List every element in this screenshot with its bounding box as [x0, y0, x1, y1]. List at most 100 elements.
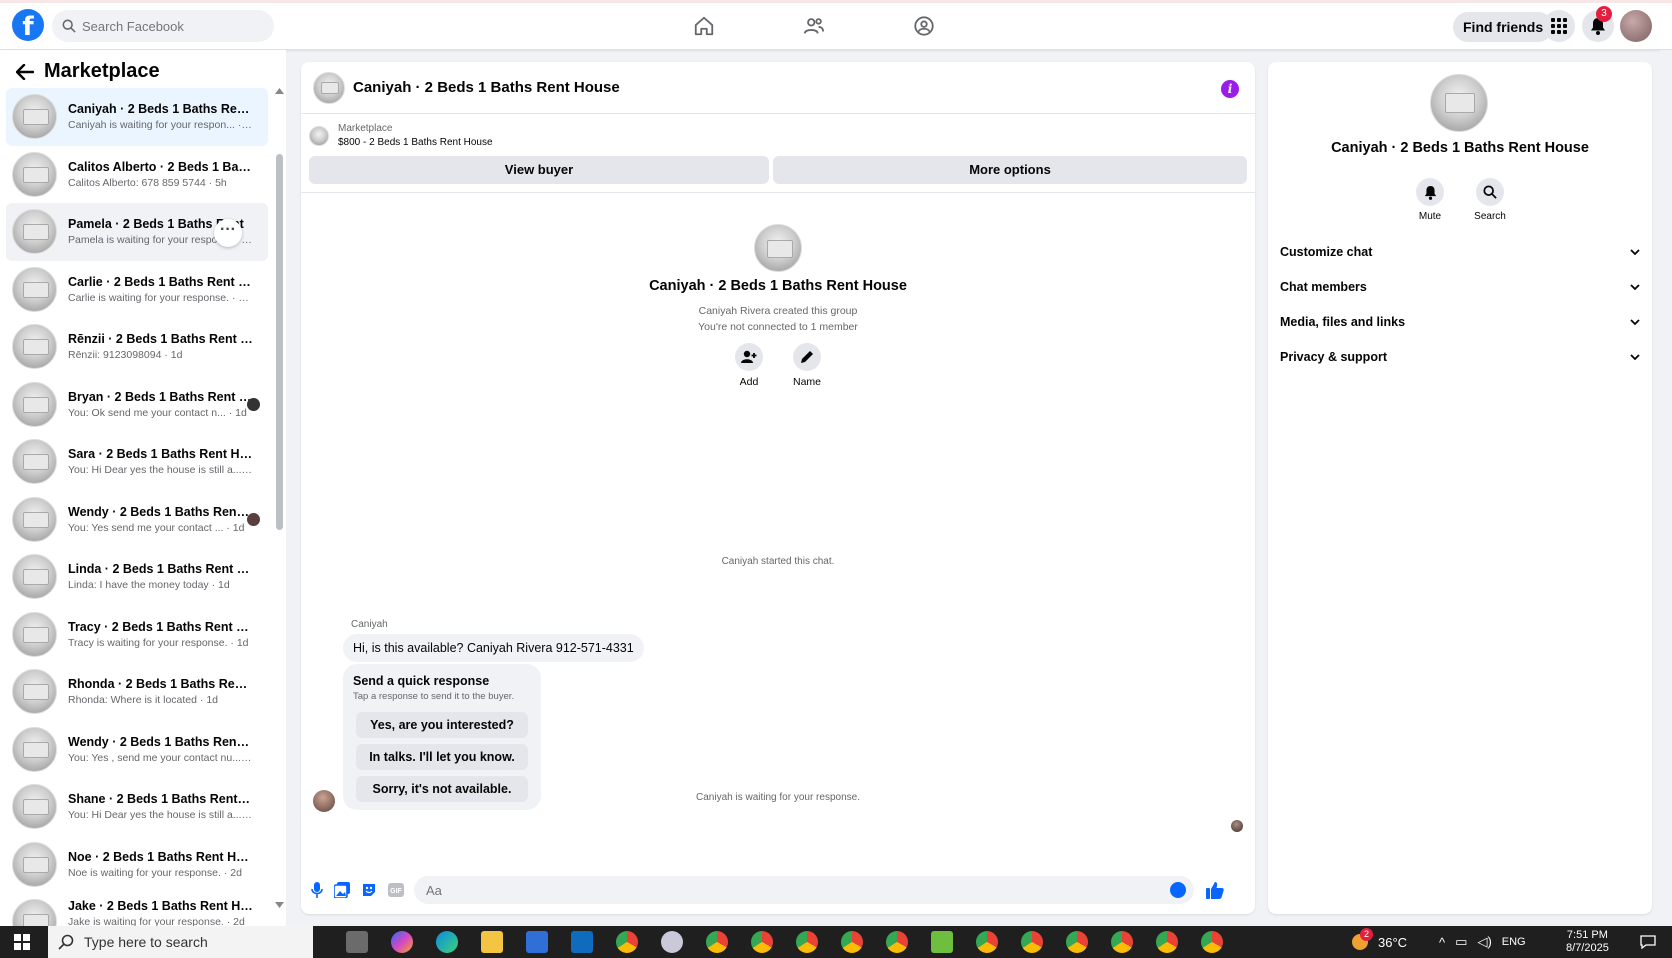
- conversation-item[interactable]: Rhonda · 2 Beds 1 Baths Rent H... Rhonda:…: [6, 663, 268, 721]
- thumbs-up-icon[interactable]: [1206, 881, 1224, 899]
- message-input-box[interactable]: [414, 876, 1194, 904]
- chrome-icon[interactable]: [976, 931, 998, 953]
- mute-button[interactable]: Mute: [1414, 178, 1446, 222]
- conversation-item[interactable]: Bryan · 2 Beds 1 Baths Rent H... You: Ok …: [6, 376, 268, 434]
- notification-center-icon[interactable]: [1640, 935, 1656, 949]
- scroll-down-icon[interactable]: [275, 902, 284, 908]
- facebook-logo-icon[interactable]: f: [12, 9, 44, 41]
- message-bubble[interactable]: Hi, is this available? Caniyah Rivera 91…: [343, 634, 644, 662]
- more-options-icon[interactable]: ···: [214, 219, 242, 247]
- customize-chat-row[interactable]: Customize chat: [1280, 234, 1640, 269]
- weather-icon[interactable]: 2: [1352, 927, 1373, 951]
- listing-thumbnail: [12, 151, 57, 197]
- quick-reply-interested[interactable]: Yes, are you interested?: [356, 712, 528, 738]
- add-person-icon: [741, 350, 757, 363]
- conversation-item[interactable]: Tracy · 2 Beds 1 Baths Rent House Tracy i…: [6, 606, 268, 664]
- listing-thumbnail: [12, 266, 57, 312]
- conversation-preview: You: Hi Dear yes the house is still a...…: [68, 809, 253, 822]
- search-facebook-box[interactable]: [52, 10, 274, 42]
- conversation-name: Wendy · 2 Beds 1 Baths Rent Ho...: [68, 734, 253, 749]
- menu-grid-button[interactable]: [1543, 10, 1575, 42]
- emoji-icon[interactable]: [1170, 882, 1186, 898]
- view-buyer-button[interactable]: View buyer: [309, 156, 769, 184]
- conversation-item[interactable]: Shane · 2 Beds 1 Baths Rent Ho... You: Hi…: [6, 778, 268, 836]
- message-input[interactable]: [414, 876, 1116, 904]
- gif-icon[interactable]: GIF: [388, 883, 404, 897]
- details-actions: Mute Search: [1414, 178, 1506, 222]
- conversation-name: Bryan · 2 Beds 1 Baths Rent H...: [68, 389, 253, 404]
- conversation-item[interactable]: Wendy · 2 Beds 1 Baths Rent Ho... You: Ye…: [6, 721, 268, 779]
- conversation-item[interactable]: Wendy · 2 Beds 1 Baths Rent ... You: Yes …: [6, 491, 268, 549]
- chrome-icon[interactable]: [1021, 931, 1043, 953]
- groups-icon[interactable]: [910, 12, 938, 40]
- conversation-item[interactable]: Sara · 2 Beds 1 Baths Rent House You: Hi …: [6, 433, 268, 491]
- search-icon: [1483, 185, 1497, 199]
- paint-icon[interactable]: [661, 931, 683, 953]
- listing-thumbnail: [12, 784, 57, 830]
- clock-time: 7:51 PM: [1566, 929, 1608, 941]
- conversation-item[interactable]: Calitos Alberto · 2 Beds 1 Baths ... Cali…: [6, 146, 268, 204]
- sticker-icon[interactable]: [361, 882, 377, 898]
- add-member-button[interactable]: Add: [733, 343, 765, 388]
- home-icon[interactable]: [690, 12, 718, 40]
- chrome-icon[interactable]: [1111, 931, 1133, 953]
- copilot-icon[interactable]: [391, 931, 413, 953]
- photo-icon[interactable]: [334, 882, 350, 898]
- scrollbar-thumb[interactable]: [276, 154, 283, 530]
- chrome-icon[interactable]: [706, 931, 728, 953]
- chrome-icon[interactable]: [886, 931, 908, 953]
- conversation-preview: Carlie is waiting for your response. · 1…: [68, 291, 253, 304]
- chrome-icon[interactable]: [1156, 931, 1178, 953]
- store-icon[interactable]: [526, 931, 548, 953]
- sidebar-scrollbar[interactable]: [275, 88, 284, 908]
- page-scrollbar[interactable]: [1660, 50, 1672, 926]
- conversation-item[interactable]: Linda · 2 Beds 1 Baths Rent House Linda: …: [6, 548, 268, 606]
- conversation-name: Linda · 2 Beds 1 Baths Rent House: [68, 562, 253, 577]
- volume-icon[interactable]: ◁): [1477, 934, 1491, 950]
- chrome-icon[interactable]: [841, 931, 863, 953]
- conversation-item[interactable]: Pamela · 2 Beds 1 Baths Rent Pamela is wa…: [6, 203, 268, 261]
- privacy-support-row[interactable]: Privacy & support: [1280, 339, 1640, 374]
- task-view-icon[interactable]: [346, 931, 368, 953]
- chrome-icon[interactable]: [1066, 931, 1088, 953]
- main-nav: [690, 12, 938, 40]
- conversation-item[interactable]: Rēnzii · 2 Beds 1 Baths Rent Ho... Rēnzii…: [6, 318, 268, 376]
- chrome-icon[interactable]: [1201, 931, 1223, 953]
- conversation-item[interactable]: Noe · 2 Beds 1 Baths Rent House Noe is wa…: [6, 836, 268, 894]
- conversation-item[interactable]: Carlie · 2 Beds 1 Baths Rent Hou... Carli…: [6, 261, 268, 319]
- taskbar-clock[interactable]: 7:51 PM 8/7/2025: [1566, 929, 1609, 955]
- taskbar-search-box[interactable]: Type here to search: [48, 926, 313, 958]
- friends-icon[interactable]: [800, 12, 828, 40]
- more-options-button[interactable]: More options: [773, 156, 1247, 184]
- name-group-button[interactable]: Name: [791, 343, 823, 388]
- notepad-icon[interactable]: [931, 931, 953, 953]
- listing-info[interactable]: Marketplace $800 - 2 Beds 1 Baths Rent H…: [309, 122, 493, 150]
- chat-title[interactable]: Caniyah · 2 Beds 1 Baths Rent House: [353, 79, 620, 96]
- scroll-up-icon[interactable]: [275, 88, 284, 94]
- back-arrow-icon[interactable]: [16, 63, 34, 80]
- group-avatar-large[interactable]: [1430, 74, 1488, 132]
- language-indicator[interactable]: ENG: [1502, 936, 1526, 948]
- chevron-up-icon[interactable]: ^: [1439, 935, 1445, 950]
- windows-start-icon[interactable]: [14, 934, 30, 950]
- chat-avatar[interactable]: [313, 71, 345, 104]
- chrome-icon[interactable]: [796, 931, 818, 953]
- details-title: Caniyah · 2 Beds 1 Baths Rent House: [1331, 140, 1589, 156]
- outlook-icon[interactable]: [571, 931, 593, 953]
- conversation-item[interactable]: Caniyah · 2 Beds 1 Baths Rent H... Caniya…: [6, 88, 268, 146]
- search-input[interactable]: [82, 18, 262, 34]
- info-icon[interactable]: i: [1221, 80, 1239, 98]
- find-friends-button[interactable]: Find friends: [1453, 12, 1554, 42]
- edge-icon[interactable]: [436, 931, 458, 953]
- microphone-icon[interactable]: [311, 882, 323, 898]
- chrome-icon[interactable]: [751, 931, 773, 953]
- conversation-list: Caniyah · 2 Beds 1 Baths Rent H... Caniya…: [6, 88, 268, 933]
- chrome-icon[interactable]: [616, 931, 638, 953]
- chat-members-row[interactable]: Chat members: [1280, 269, 1640, 304]
- file-explorer-icon[interactable]: [481, 931, 503, 953]
- quick-reply-in-talks[interactable]: In talks. I'll let you know.: [356, 744, 528, 770]
- network-icon[interactable]: ▭: [1455, 934, 1467, 950]
- search-chat-button[interactable]: Search: [1474, 178, 1506, 222]
- media-files-links-row[interactable]: Media, files and links: [1280, 304, 1640, 339]
- profile-avatar[interactable]: [1620, 10, 1652, 42]
